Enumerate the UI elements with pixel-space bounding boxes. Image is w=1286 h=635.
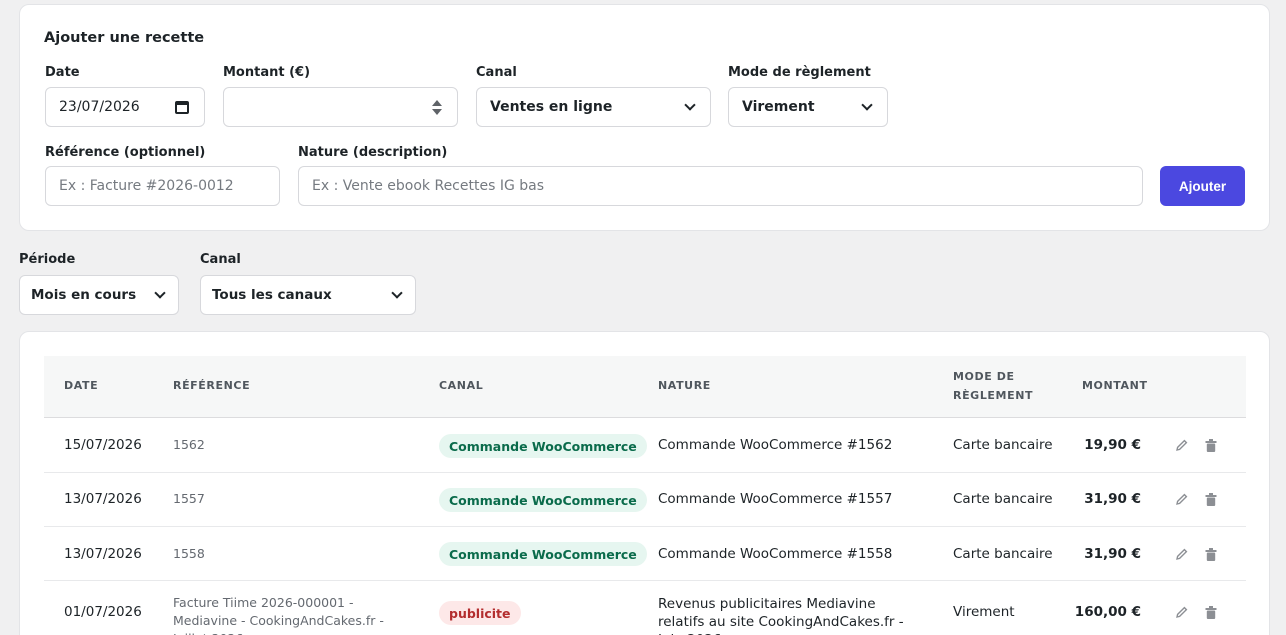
row-nature: Commande WooCommerce #1557: [658, 491, 893, 507]
pencil-icon[interactable]: [1174, 437, 1190, 453]
canal-badge: Commande WooCommerce: [439, 488, 647, 512]
reference-input[interactable]: Ex : Facture #2026-0012: [45, 166, 280, 206]
reference-label: Référence (optionnel): [45, 145, 206, 160]
amount-label: Montant (€): [223, 65, 311, 80]
header-payment: MODE DE RÈGLEMENT: [953, 370, 1034, 402]
row-payment: Virement: [953, 604, 1015, 620]
row-payment: Carte bancaire: [953, 437, 1053, 453]
table-row: 13/07/2026 1557 Commande WooCommerce Com…: [44, 473, 1246, 527]
trash-icon[interactable]: [1203, 604, 1219, 620]
row-payment: Carte bancaire: [953, 546, 1053, 562]
payment-select[interactable]: Virement: [728, 87, 888, 127]
trash-icon[interactable]: [1203, 491, 1219, 507]
add-revenue-card: Ajouter une recette Date 23/07/2026 Mont…: [19, 4, 1270, 231]
row-reference: 1558: [173, 546, 205, 561]
period-filter-select[interactable]: Mois en cours: [19, 275, 179, 315]
amount-input[interactable]: [223, 87, 458, 127]
table-row: 01/07/2026 Facture Tiime 2026-000001 - M…: [44, 581, 1246, 635]
header-amount: MONTANT: [1082, 379, 1148, 392]
header-date: DATE: [64, 379, 99, 392]
canal-filter-label: Canal: [200, 252, 241, 267]
pencil-icon[interactable]: [1174, 604, 1190, 620]
period-filter-label: Période: [19, 252, 76, 267]
chevron-down-icon: [684, 98, 696, 111]
canal-filter-select[interactable]: Tous les canaux: [200, 275, 416, 315]
canal-label: Canal: [476, 65, 517, 80]
row-amount: 160,00 €: [1074, 604, 1141, 620]
trash-icon[interactable]: [1203, 437, 1219, 453]
row-reference: 1562: [173, 437, 205, 452]
table-row: 13/07/2026 1558 Commande WooCommerce Com…: [44, 527, 1246, 581]
chevron-down-icon: [861, 98, 873, 111]
row-nature: Commande WooCommerce #1562: [658, 437, 893, 453]
table-header: DATE RÉFÉRENCE CANAL NATURE MODE DE RÈGL…: [44, 356, 1246, 418]
header-nature: NATURE: [658, 379, 711, 392]
table-row: 15/07/2026 1562 Commande WooCommerce Com…: [44, 419, 1246, 473]
canal-select[interactable]: Ventes en ligne: [476, 87, 711, 127]
row-reference: Facture Tiime 2026-000001 - Mediavine - …: [173, 595, 384, 635]
row-date: 01/07/2026: [64, 604, 142, 620]
canal-badge: Commande WooCommerce: [439, 434, 647, 458]
row-amount: 31,90 €: [1084, 491, 1141, 507]
add-button[interactable]: Ajouter: [1160, 166, 1245, 206]
pencil-icon[interactable]: [1174, 546, 1190, 562]
chevron-down-icon: [154, 286, 166, 299]
revenue-table-card: DATE RÉFÉRENCE CANAL NATURE MODE DE RÈGL…: [19, 331, 1270, 635]
row-amount: 19,90 €: [1084, 437, 1141, 453]
row-date: 13/07/2026: [64, 546, 142, 562]
chevron-down-icon: [391, 286, 403, 299]
row-payment: Carte bancaire: [953, 491, 1053, 507]
form-title: Ajouter une recette: [44, 30, 205, 46]
calendar-icon[interactable]: [175, 100, 189, 114]
payment-label: Mode de règlement: [728, 65, 871, 80]
nature-input[interactable]: Ex : Vente ebook Recettes IG bas: [298, 166, 1143, 206]
row-nature: Revenus publicitaires Mediavine relatifs…: [658, 596, 904, 635]
nature-label: Nature (description): [298, 145, 448, 160]
row-date: 13/07/2026: [64, 491, 142, 507]
number-stepper-icon[interactable]: [432, 99, 442, 115]
row-date: 15/07/2026: [64, 437, 142, 453]
pencil-icon[interactable]: [1174, 491, 1190, 507]
row-amount: 31,90 €: [1084, 546, 1141, 562]
row-nature: Commande WooCommerce #1558: [658, 546, 893, 562]
row-reference: 1557: [173, 491, 205, 506]
trash-icon[interactable]: [1203, 546, 1219, 562]
header-canal: CANAL: [439, 379, 484, 392]
header-reference: RÉFÉRENCE: [173, 379, 251, 392]
date-label: Date: [45, 65, 80, 80]
canal-badge: publicite: [439, 601, 521, 625]
canal-badge: Commande WooCommerce: [439, 542, 647, 566]
date-input[interactable]: 23/07/2026: [45, 87, 205, 127]
